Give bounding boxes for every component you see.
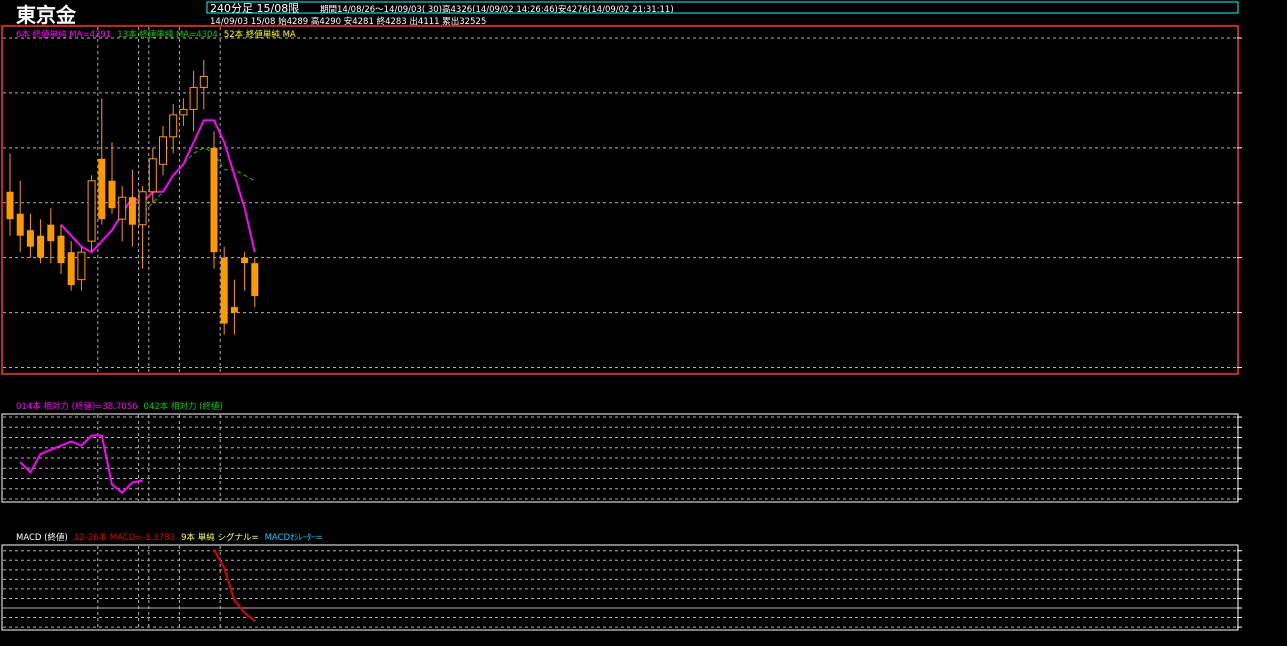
candle-body-bull: [138, 191, 147, 226]
candle-body-bear: [57, 235, 65, 264]
candle-body-bull: [179, 108, 188, 116]
candle-body-bull: [87, 180, 96, 242]
candle-body-bear: [16, 213, 24, 236]
price-legend: 6本 終値単純 MA=4291 13本 終値単純 MA=4304 52本 終値単純 …: [16, 29, 296, 40]
symbol-title: 東京金: [16, 3, 77, 27]
legend-item: MACDｵｼﾚｰﾀｰ=: [265, 533, 323, 543]
legend-item: 6本 終値単純 MA=4291: [16, 29, 111, 40]
candle-body-bear: [210, 147, 218, 253]
candle-body-bear: [230, 307, 238, 313]
rsi-legend: 014本 相対力 (終値)=38.7056 042本 相対力 (終値): [16, 401, 223, 412]
candle-body-bull: [159, 136, 167, 165]
candle-body-bull: [77, 251, 86, 281]
candle-body-bear: [241, 257, 249, 264]
candle-body-bear: [251, 263, 259, 297]
candle-body-bear: [26, 230, 34, 247]
legend-item: 13本 終値単純 MA=4304: [117, 29, 218, 40]
candle-body-bear: [220, 257, 228, 324]
legend-item: 12-26本 MACD=-1.3783: [74, 532, 175, 543]
legend-item: MACD (終値): [16, 532, 68, 543]
legend-item: 042本 相対力 (終値): [144, 401, 223, 412]
candle-body-bear: [128, 197, 136, 225]
chart-canvas: 東京金 240分足 15/08限 期間14/08/26～14/09/03( 30…: [0, 0, 1287, 646]
candle-body-bear: [6, 191, 14, 220]
candle-body-bull: [189, 86, 198, 110]
macd-legend: MACD (終値) 12-26本 MACD=-1.3783 9本 単純 シグナル= M…: [16, 532, 323, 543]
legend-item: 52本 終値単純 MA: [224, 29, 296, 40]
candle-body-bear: [67, 252, 75, 286]
range-info: 期間14/08/26～14/09/03( 30)高4326(14/09/02 1…: [320, 4, 674, 15]
candle-body-bull: [118, 196, 127, 220]
candle-body-bull: [148, 158, 157, 193]
candle-body-bear: [37, 235, 45, 258]
candle-body-bear: [98, 158, 106, 220]
legend-item: 014本 相対力 (終値)=38.7056: [16, 401, 138, 412]
candle-body-bear: [47, 224, 55, 242]
period-label: 240分足 15/08限: [210, 2, 299, 15]
candle-body-bull: [169, 114, 178, 138]
legend-item: 9本 単純 シグナル=: [181, 532, 258, 543]
candle-body-bull: [199, 75, 208, 88]
candle-body-bear: [108, 180, 116, 209]
